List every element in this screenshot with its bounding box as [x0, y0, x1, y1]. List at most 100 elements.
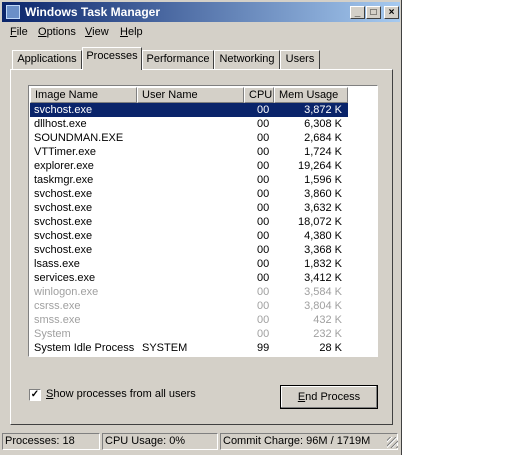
status-processes: Processes: 18: [2, 433, 100, 450]
menu-file[interactable]: File: [10, 26, 28, 38]
table-row[interactable]: dllhost.exe 00 6,308 K: [30, 117, 348, 131]
process-name: svchost.exe: [34, 244, 93, 256]
table-row[interactable]: svchost.exe 00 18,072 K: [30, 215, 348, 229]
process-name: winlogon.exe: [34, 286, 99, 298]
tab-performance[interactable]: Performance: [142, 50, 214, 69]
table-row[interactable]: svchost.exe 00 3,632 K: [30, 201, 348, 215]
close-button[interactable]: ×: [384, 6, 399, 19]
process-name: lsass.exe: [34, 258, 80, 270]
process-mem: 3,412 K: [304, 272, 342, 284]
process-cpu: 00: [257, 314, 270, 326]
table-row[interactable]: taskmgr.exe 00 1,596 K: [30, 173, 348, 187]
table-row[interactable]: System 00 232 K: [30, 327, 348, 341]
show-all-users-checkbox[interactable]: ✓: [29, 389, 41, 401]
process-mem: 18,072 K: [297, 216, 342, 228]
menu-options[interactable]: Options: [38, 26, 76, 38]
process-name: svchost.exe: [34, 104, 93, 116]
process-cpu: 00: [257, 328, 270, 340]
process-mem: 432 K: [313, 314, 342, 326]
process-list[interactable]: Image Name User Name CPU Mem Usage svcho…: [28, 85, 378, 357]
process-name: taskmgr.exe: [34, 174, 94, 186]
process-mem: 4,380 K: [304, 230, 342, 242]
tab-networking[interactable]: Networking: [214, 50, 280, 69]
status-cpu-usage: CPU Usage: 0%: [102, 433, 218, 450]
process-cpu: 00: [257, 230, 270, 242]
process-cpu: 00: [257, 258, 270, 270]
process-cpu: 00: [257, 244, 270, 256]
table-row[interactable]: winlogon.exe 00 3,584 K: [30, 285, 348, 299]
end-process-button[interactable]: End Process: [280, 385, 378, 409]
process-name: svchost.exe: [34, 202, 93, 214]
process-cpu: 00: [257, 160, 270, 172]
table-row[interactable]: lsass.exe 00 1,832 K: [30, 257, 348, 271]
process-mem: 2,684 K: [304, 132, 342, 144]
process-name: SOUNDMAN.EXE: [34, 132, 124, 144]
show-all-users-label[interactable]: Show processes from all users: [46, 388, 196, 400]
process-name: System Idle Process: [34, 342, 135, 354]
process-cpu: 00: [257, 300, 270, 312]
process-name: System: [34, 328, 71, 340]
process-name: svchost.exe: [34, 216, 93, 228]
process-cpu: 00: [257, 216, 270, 228]
process-mem: 3,860 K: [304, 188, 342, 200]
process-mem: 28 K: [319, 342, 342, 354]
table-row[interactable]: csrss.exe 00 3,804 K: [30, 299, 348, 313]
table-row[interactable]: svchost.exe 00 4,380 K: [30, 229, 348, 243]
task-manager-icon: [6, 5, 20, 19]
process-name: smss.exe: [34, 314, 81, 326]
process-name: svchost.exe: [34, 188, 93, 200]
table-row[interactable]: VTTimer.exe 00 1,724 K: [30, 145, 348, 159]
task-manager-window: Windows Task Manager _ □ × File Options …: [0, 0, 402, 455]
process-cpu: 00: [257, 286, 270, 298]
process-mem: 3,368 K: [304, 244, 342, 256]
table-row[interactable]: svchost.exe 00 3,872 K: [30, 103, 348, 117]
process-cpu: 00: [257, 174, 270, 186]
minimize-button[interactable]: _: [350, 6, 365, 19]
process-cpu: 00: [257, 104, 270, 116]
process-mem: 3,584 K: [304, 286, 342, 298]
process-mem: 3,804 K: [304, 300, 342, 312]
table-row[interactable]: explorer.exe 00 19,264 K: [30, 159, 348, 173]
menu-help[interactable]: Help: [120, 26, 143, 38]
tab-applications[interactable]: Applications: [12, 50, 82, 69]
process-mem: 1,596 K: [304, 174, 342, 186]
process-name: services.exe: [34, 272, 96, 284]
status-bar: Processes: 18 CPU Usage: 0% Commit Charg…: [2, 433, 400, 451]
process-name: svchost.exe: [34, 230, 93, 242]
window-title: Windows Task Manager: [25, 5, 161, 19]
resize-grip[interactable]: [387, 437, 398, 448]
process-mem: 3,872 K: [304, 104, 342, 116]
process-mem: 3,632 K: [304, 202, 342, 214]
column-header-mem-usage[interactable]: Mem Usage: [274, 87, 348, 103]
column-header-cpu[interactable]: CPU: [244, 87, 274, 103]
process-name: VTTimer.exe: [34, 146, 96, 158]
process-cpu: 00: [257, 146, 270, 158]
table-row[interactable]: System Idle Process SYSTEM 99 28 K: [30, 341, 348, 355]
column-header-image-name[interactable]: Image Name: [30, 87, 137, 103]
process-mem: 1,832 K: [304, 258, 342, 270]
table-row[interactable]: smss.exe 00 432 K: [30, 313, 348, 327]
status-commit-charge: Commit Charge: 96M / 1719M: [220, 433, 398, 450]
column-header-user-name[interactable]: User Name: [137, 87, 244, 103]
process-cpu: 00: [257, 272, 270, 284]
tab-processes[interactable]: Processes: [82, 47, 142, 70]
process-user: SYSTEM: [142, 342, 188, 354]
menu-view[interactable]: View: [85, 26, 109, 38]
process-cpu: 00: [257, 188, 270, 200]
title-bar[interactable]: Windows Task Manager _ □ ×: [2, 2, 400, 22]
process-mem: 232 K: [313, 328, 342, 340]
process-mem: 6,308 K: [304, 118, 342, 130]
process-cpu: 00: [257, 202, 270, 214]
process-name: csrss.exe: [34, 300, 81, 312]
process-cpu: 00: [257, 118, 270, 130]
process-cpu: 00: [257, 132, 270, 144]
table-row[interactable]: SOUNDMAN.EXE 00 2,684 K: [30, 131, 348, 145]
maximize-button[interactable]: □: [366, 6, 381, 19]
process-mem: 1,724 K: [304, 146, 342, 158]
table-row[interactable]: svchost.exe 00 3,860 K: [30, 187, 348, 201]
table-row[interactable]: services.exe 00 3,412 K: [30, 271, 348, 285]
tab-users[interactable]: Users: [280, 50, 320, 69]
process-name: explorer.exe: [34, 160, 94, 172]
process-name: dllhost.exe: [34, 118, 87, 130]
table-row[interactable]: svchost.exe 00 3,368 K: [30, 243, 348, 257]
